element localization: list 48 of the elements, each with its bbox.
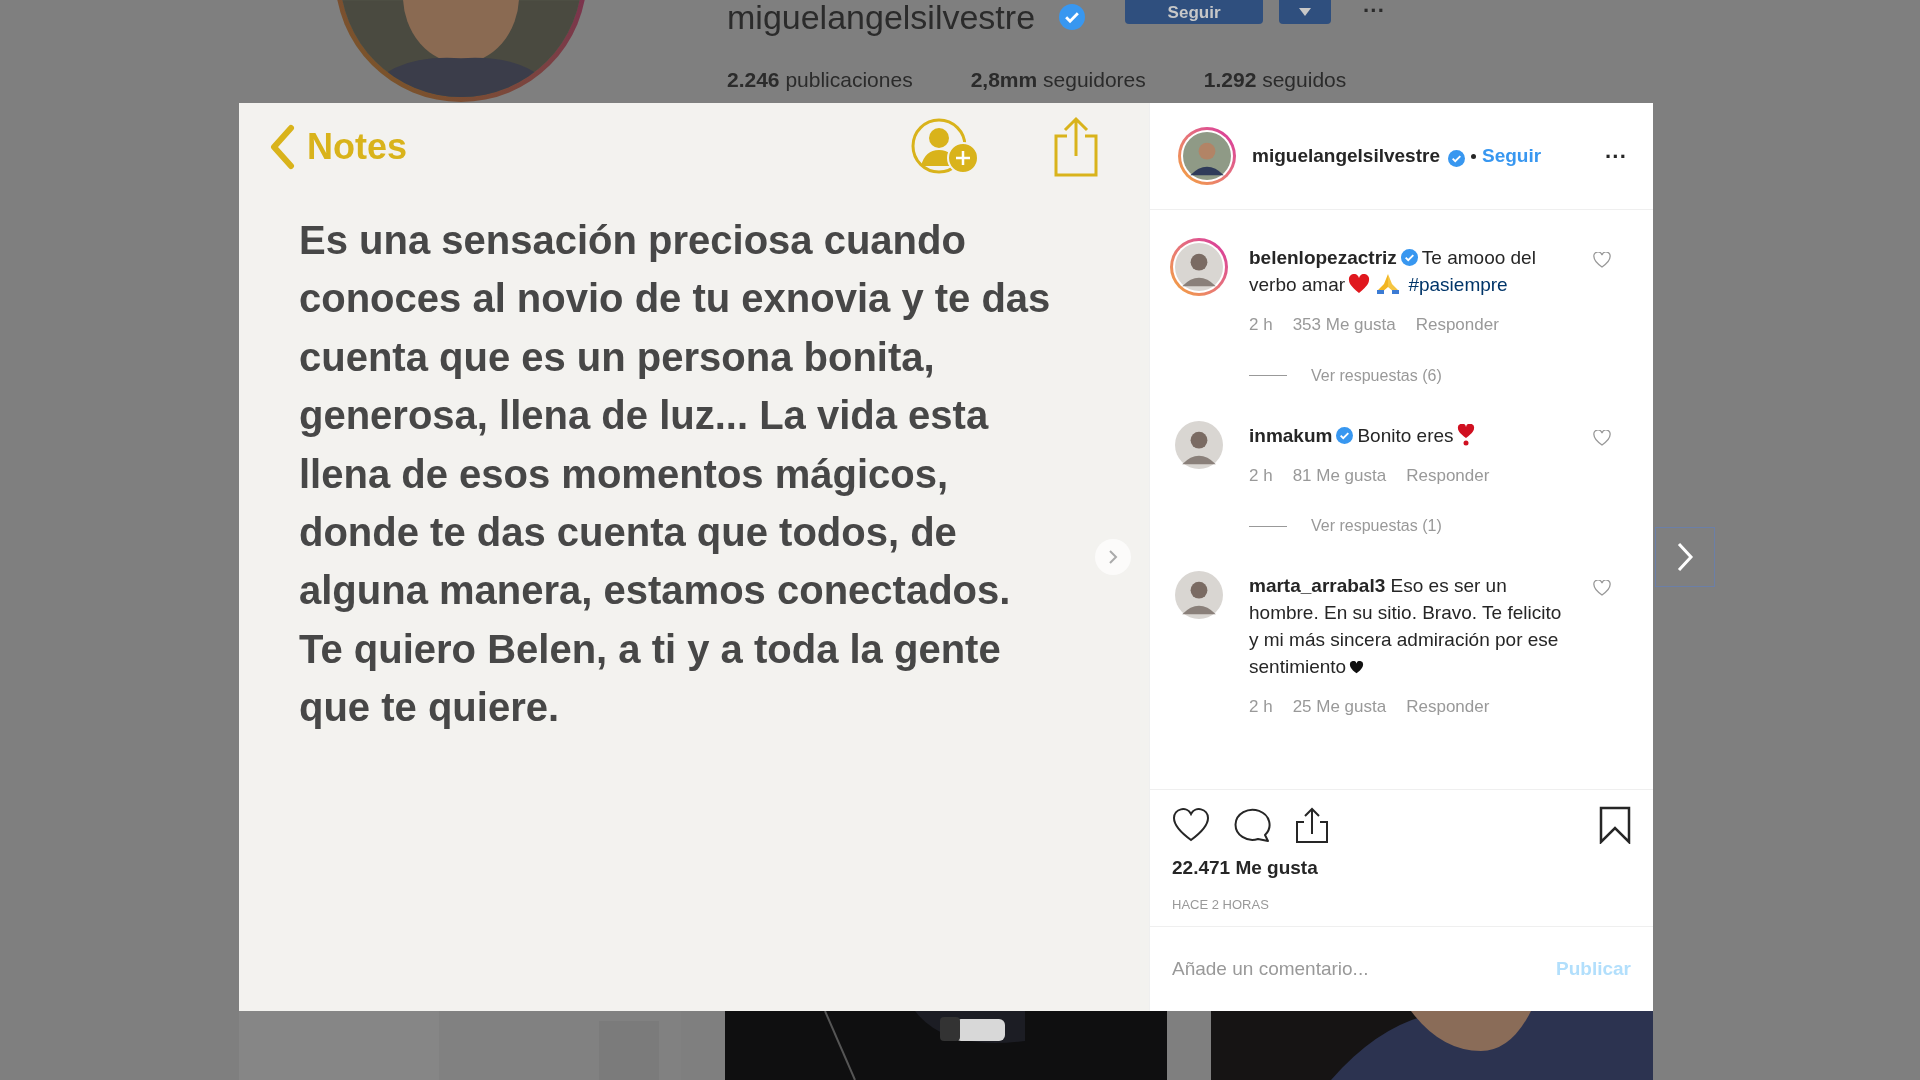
comment-likes[interactable]: 353 Me gusta [1292,312,1396,338]
comment-time: 2 h [1249,464,1273,487]
heart-emoji-icon [1348,274,1371,294]
comment-text: belenlopezactriz Te amooo del verbo amar #pasiempre [1249,246,1537,297]
comment-likes[interactable]: 25 Me gusta [1292,694,1387,720]
praying-hands-icon [1376,272,1401,294]
share-icon[interactable] [1294,806,1330,844]
heart-exclamation-icon [1456,423,1475,446]
view-replies-link[interactable]: Ver respuestas (1) [1311,514,1442,538]
share-icon [1053,116,1099,178]
heart-emoji-icon [1349,661,1365,674]
comment-icon[interactable] [1232,807,1272,843]
follow-link[interactable]: Seguir [1481,141,1542,171]
post-time: HACE 2 HORAS [1172,895,1270,914]
username-link[interactable]: marta_arrabal3 [1249,575,1386,596]
comment-input[interactable]: Añade un comentario... [1172,954,1556,984]
comment-likes[interactable]: 81 Me gusta [1292,462,1387,488]
more-options[interactable]: ··· [1363,0,1386,22]
profile-stat: 1.292 seguidos [1203,67,1347,93]
username-link[interactable]: inmakum [1249,424,1333,446]
profile-stat: 2.246 publicaciones [727,67,913,93]
username: miguelangelsilvestre [727,0,1036,34]
more-options[interactable]: ··· [1605,139,1627,173]
profile-stat: 2,8mm seguidores [970,67,1146,93]
chevron-left-icon [269,124,295,170]
reply-button[interactable]: Responder [1406,694,1490,720]
comment-text: inmakum Bonito eres [1249,421,1563,449]
comment-time: 2 h [1249,696,1273,718]
back-label[interactable]: Notes [307,120,408,174]
follow-button[interactable]: Seguir [1125,0,1264,24]
bookmark-icon[interactable] [1599,806,1631,844]
likes-count[interactable]: 22.471 Me gusta [1172,854,1631,883]
username-link[interactable]: belenlopezactriz [1249,247,1397,268]
view-replies-link[interactable]: Ver respuestas (6) [1311,363,1442,388]
chevron-right-icon [1676,541,1694,573]
reply-button[interactable]: Responder [1415,312,1499,338]
note-text: Es una sensación preciosa cuando conoces al novio de tu exnovia y te das cuenta que es un persona bonita, generosa, llena de luz... La vida esta llena de esos momentos mágicos, donde te das cuenta que todos, de alguna manera, estamos conectados. Te quiero Belen, a ti y a toda la gente que te quiere. [299,217,1051,732]
comment-time: 2 h [1249,314,1273,336]
hashtag-link[interactable]: #pasiempre [1408,274,1508,295]
dropdown-button[interactable] [1279,0,1332,24]
caret-icon [1299,8,1312,16]
avatar [1183,132,1231,180]
username-link[interactable]: miguelangelsilvestre [1252,141,1440,171]
comment-text: marta_arrabal3 Eso es ser un hombre. En su sitio. Bravo. Te felicito y mi más sincera admiración por ese sentimiento [1249,574,1563,679]
like-icon[interactable] [1172,808,1210,842]
chevron-right-icon [1108,549,1118,565]
reply-button[interactable]: Responder [1406,462,1490,488]
next-post-button[interactable] [1655,527,1715,587]
